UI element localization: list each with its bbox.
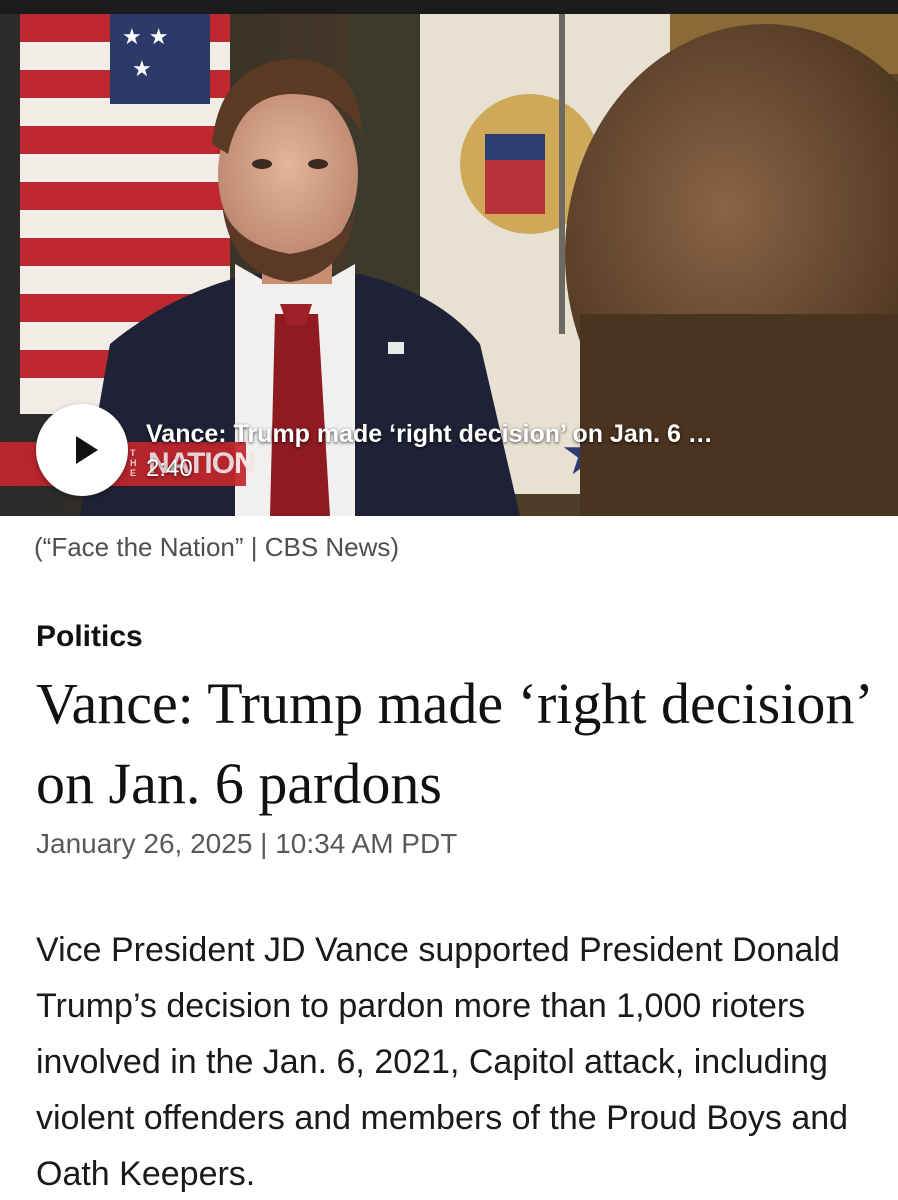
article-headline: Vance: Trump made ‘right decision’ on Ja… xyxy=(36,671,870,816)
top-bar xyxy=(0,0,898,14)
play-button[interactable] xyxy=(36,404,128,496)
section-label[interactable]: Politics xyxy=(36,618,143,656)
video-title[interactable]: Vance: Trump made ‘right decision’ on Ja… xyxy=(146,418,846,450)
video-caption: (“Face the Nation” | CBS News) xyxy=(34,532,400,562)
play-icon xyxy=(76,436,98,464)
video-player[interactable]: ★ ★ ★ ★ THE NATION V xyxy=(0,14,898,516)
svg-text:★ ★: ★ ★ xyxy=(122,25,168,50)
video-duration: 2:40 xyxy=(146,455,193,482)
svg-text:★: ★ xyxy=(132,57,152,82)
article-timestamp: January 26, 2025 | 10:34 AM PDT xyxy=(36,828,458,859)
network-logo-small-text: THE xyxy=(130,448,137,478)
article-body: Vice President JD Vance supported Presid… xyxy=(36,931,849,1193)
